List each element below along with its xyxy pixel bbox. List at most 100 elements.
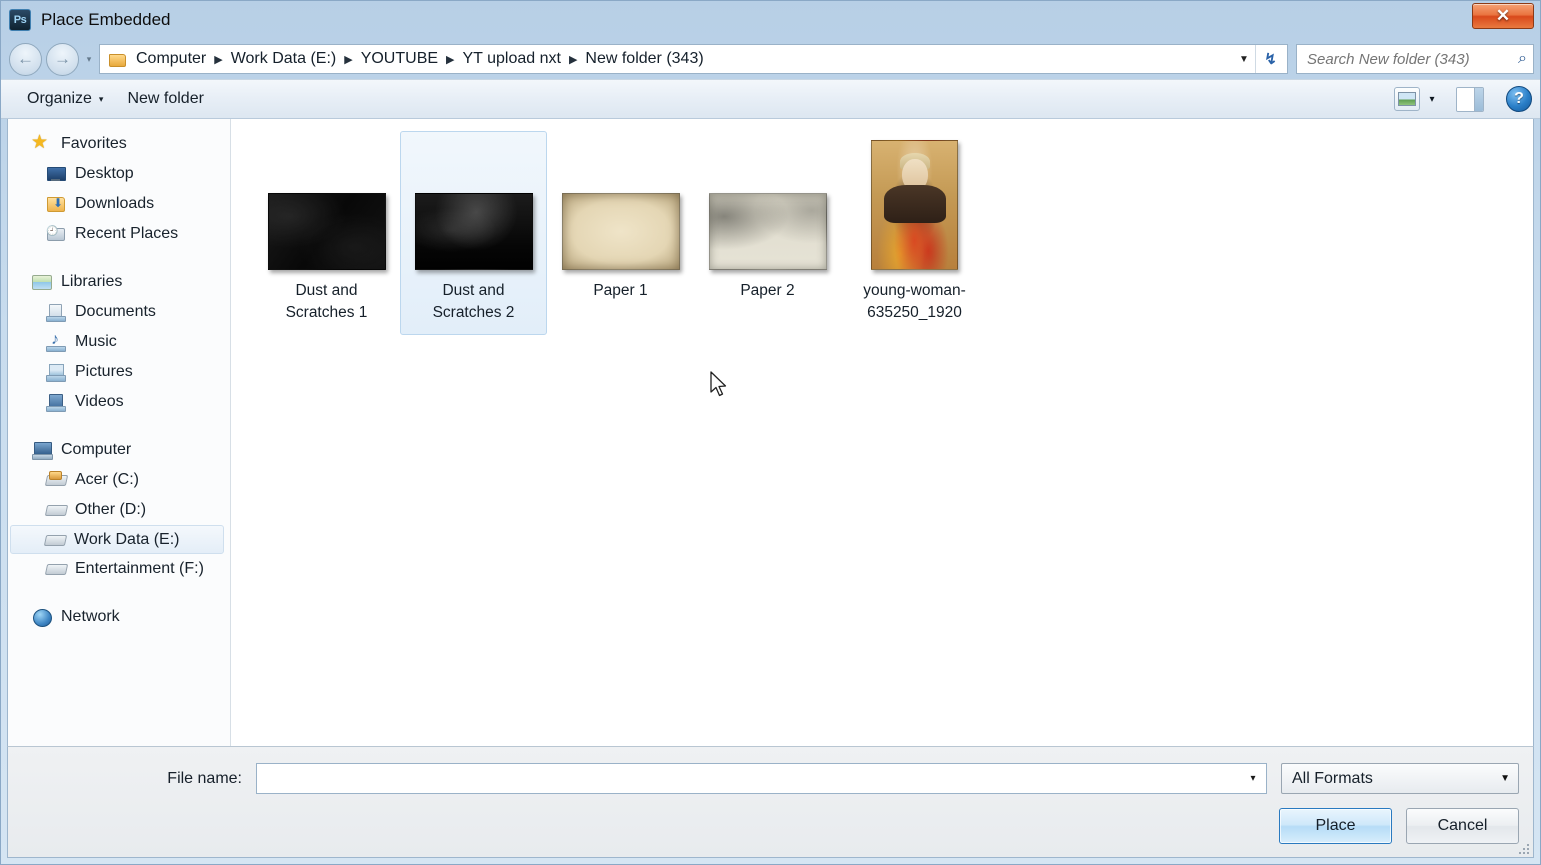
file-tile-dust-and-scratches-2[interactable]: Dust and Scratches 2 — [400, 131, 547, 335]
place-label: Place — [1315, 817, 1355, 835]
help-icon[interactable]: ? — [1506, 86, 1532, 112]
sidebar-label: Libraries — [61, 273, 122, 291]
file-tile-paper-1[interactable]: Paper 1 — [547, 131, 694, 313]
sidebar-group-libraries[interactable]: Libraries — [8, 267, 230, 297]
preview-pane-right — [1474, 88, 1483, 111]
sidebar-label: Videos — [75, 393, 124, 411]
sidebar-divider — [8, 249, 230, 267]
libraries-icon — [32, 273, 52, 291]
recent-places-icon — [46, 225, 66, 243]
breadcrumb-youtube[interactable]: YOUTUBE — [355, 47, 444, 71]
breadcrumb-separator-icon[interactable]: ▶ — [567, 53, 579, 66]
breadcrumb-new-folder[interactable]: New folder (343) — [579, 47, 709, 71]
refresh-icon: ↯ — [1264, 50, 1277, 68]
file-name-label-static: File name: — [8, 770, 256, 788]
file-list-pane[interactable]: Dust and Scratches 1 Dust and Scratches … — [231, 119, 1533, 746]
sidebar-label: Recent Places — [75, 225, 178, 243]
sidebar-item-pictures[interactable]: Pictures — [8, 357, 230, 387]
place-button[interactable]: Place — [1279, 808, 1392, 844]
address-bar-row: ← → ▾ Computer ▶ Work Data (E:) ▶ YOUTUB… — [1, 39, 1540, 79]
breadcrumb-yt-upload-nxt[interactable]: YT upload nxt — [457, 47, 567, 71]
back-button[interactable]: ← — [9, 43, 42, 76]
folder-icon — [108, 51, 126, 67]
breadcrumb-separator-icon[interactable]: ▶ — [212, 53, 224, 66]
file-name-combobox[interactable]: ▾ — [256, 763, 1267, 794]
address-dropdown-button[interactable]: ▼ — [1233, 46, 1255, 72]
close-icon: ✕ — [1496, 6, 1510, 26]
view-mode-dropdown-button[interactable]: ▾ — [1422, 88, 1442, 110]
breadcrumb-work-data[interactable]: Work Data (E:) — [225, 47, 343, 71]
computer-icon — [32, 441, 52, 459]
file-thumbnail — [871, 140, 958, 270]
file-name-row: File name: ▾ All Formats ▼ — [8, 763, 1519, 794]
search-box[interactable]: ⌕ — [1296, 44, 1534, 74]
dialog-body: Favorites Desktop Downloads Recent Place… — [7, 119, 1534, 746]
file-name-input[interactable] — [261, 770, 1242, 787]
refresh-button[interactable]: ↯ — [1255, 45, 1285, 73]
preview-pane-left — [1457, 88, 1474, 111]
sidebar-label: Documents — [75, 303, 156, 321]
cancel-button[interactable]: Cancel — [1406, 808, 1519, 844]
sidebar-item-music[interactable]: Music — [8, 327, 230, 357]
documents-library-icon — [46, 303, 66, 321]
file-format-select[interactable]: All Formats ▼ — [1281, 763, 1519, 794]
sidebar-label: Work Data (E:) — [74, 531, 180, 549]
sidebar-label: Network — [61, 608, 120, 626]
help-glyph: ? — [1514, 90, 1524, 108]
sidebar-label: Favorites — [61, 135, 127, 153]
search-input[interactable] — [1307, 51, 1518, 68]
sidebar-item-videos[interactable]: Videos — [8, 387, 230, 417]
sidebar-item-entertainment-f[interactable]: Entertainment (F:) — [8, 554, 230, 584]
forward-button[interactable]: → — [46, 43, 79, 76]
sidebar-label: Computer — [61, 441, 131, 459]
file-name-dropdown-button[interactable]: ▾ — [1242, 764, 1264, 793]
sidebar-item-desktop[interactable]: Desktop — [8, 159, 230, 189]
thumbnail-wrap — [701, 140, 834, 270]
drive-icon — [45, 531, 65, 549]
sidebar-item-documents[interactable]: Documents — [8, 297, 230, 327]
file-name-label: Paper 1 — [593, 280, 647, 302]
view-mode-icon[interactable] — [1394, 87, 1420, 111]
sidebar-item-recent-places[interactable]: Recent Places — [8, 219, 230, 249]
downloads-folder-icon — [46, 195, 66, 213]
sidebar-group-computer[interactable]: Computer — [8, 435, 230, 465]
sidebar-divider — [8, 417, 230, 435]
sidebar-group-network[interactable]: Network — [8, 602, 230, 632]
title-bar: Ps Place Embedded ✕ — [1, 1, 1540, 39]
resize-grip[interactable] — [1515, 840, 1529, 854]
sidebar-item-acer-c[interactable]: Acer (C:) — [8, 465, 230, 495]
sidebar-label: Music — [75, 333, 117, 351]
sidebar-divider — [8, 584, 230, 602]
breadcrumb-computer[interactable]: Computer — [130, 47, 212, 71]
photo-coat — [884, 185, 946, 223]
videos-library-icon — [46, 393, 66, 411]
close-button[interactable]: ✕ — [1472, 3, 1534, 29]
sidebar-group-favorites[interactable]: Favorites — [8, 129, 230, 159]
file-tile-dust-and-scratches-1[interactable]: Dust and Scratches 1 — [253, 131, 400, 335]
search-icon: ⌕ — [1518, 50, 1527, 68]
music-library-icon — [46, 333, 66, 351]
history-dropdown-button[interactable]: ▾ — [83, 49, 95, 69]
file-tile-paper-2[interactable]: Paper 2 — [694, 131, 841, 313]
preview-pane-icon[interactable] — [1456, 87, 1484, 112]
file-thumbnail — [709, 193, 827, 270]
sidebar-item-work-data-e[interactable]: Work Data (E:) — [10, 525, 224, 554]
file-thumbnail — [415, 193, 533, 270]
thumbnail-wrap — [260, 140, 393, 270]
address-bar[interactable]: Computer ▶ Work Data (E:) ▶ YOUTUBE ▶ YT… — [99, 44, 1288, 74]
file-tile-young-woman[interactable]: young-woman-635250_1920 — [841, 131, 988, 335]
dialog-footer: File name: ▾ All Formats ▼ Place Cancel — [7, 746, 1534, 858]
sidebar-label: Downloads — [75, 195, 154, 213]
breadcrumb-separator-icon[interactable]: ▶ — [444, 53, 456, 66]
chevron-down-icon: ▼ — [1239, 54, 1249, 65]
sidebar-item-other-d[interactable]: Other (D:) — [8, 495, 230, 525]
navigation-pane[interactable]: Favorites Desktop Downloads Recent Place… — [8, 119, 231, 746]
sidebar-label: Other (D:) — [75, 501, 146, 519]
network-icon — [32, 608, 52, 626]
new-folder-button[interactable]: New folder — [115, 85, 215, 113]
place-embedded-dialog: Ps Place Embedded ✕ ← → ▾ Computer ▶ Wor… — [0, 0, 1541, 865]
breadcrumb-separator-icon[interactable]: ▶ — [342, 53, 354, 66]
sidebar-item-downloads[interactable]: Downloads — [8, 189, 230, 219]
organize-button[interactable]: Organize ▾ — [15, 85, 115, 113]
file-name-label: Dust and Scratches 1 — [260, 280, 393, 324]
